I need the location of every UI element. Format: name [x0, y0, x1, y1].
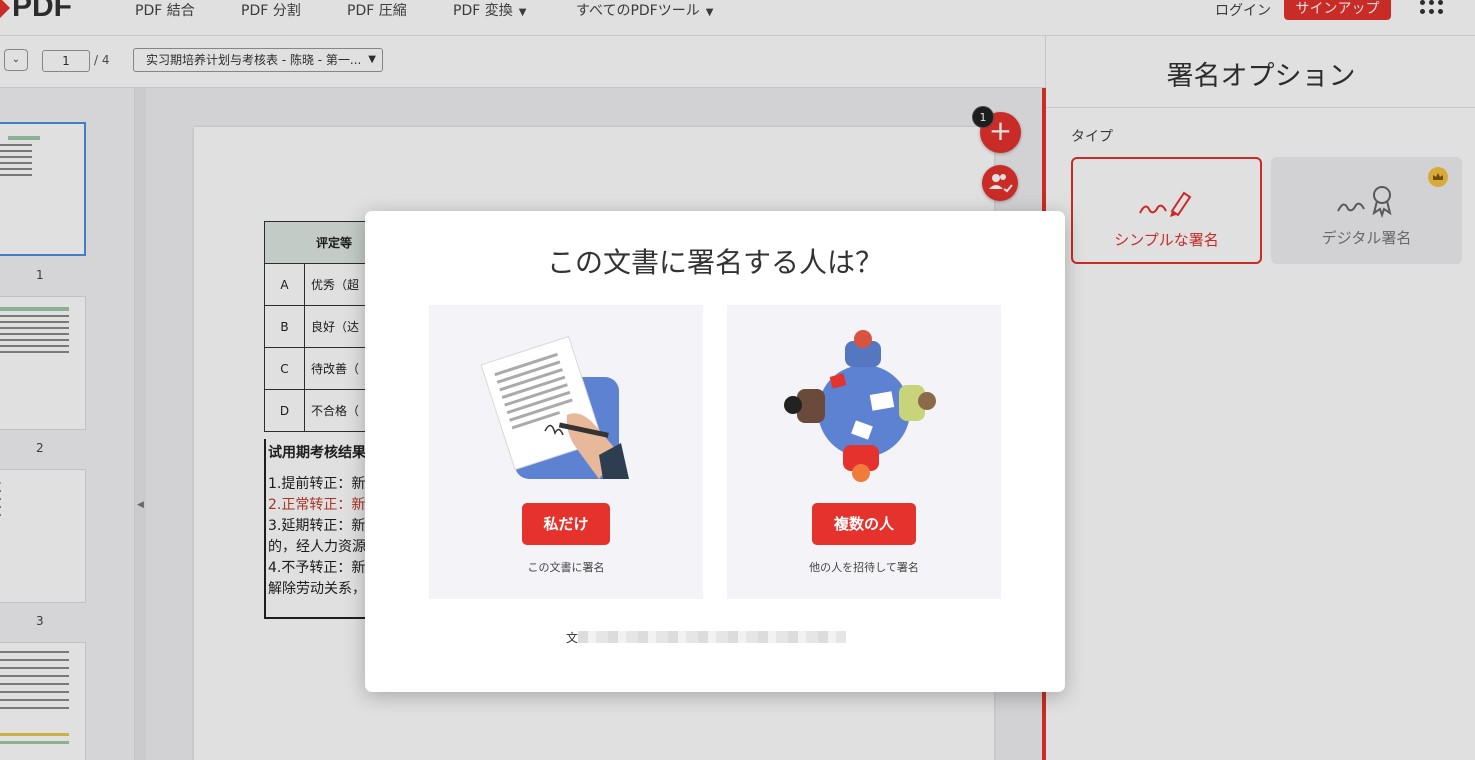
- multiple-people-card[interactable]: 複数の人 他の人を招待して署名: [727, 305, 1001, 599]
- multiple-people-button[interactable]: 複数の人: [812, 503, 916, 545]
- multiple-signers-illustration-icon: [784, 330, 936, 482]
- multiple-people-subtitle: 他の人を招待して署名: [809, 561, 919, 574]
- document-info-line: 文: [566, 629, 846, 646]
- redacted-text: [578, 631, 846, 643]
- only-me-card[interactable]: 私だけ この文書に署名: [429, 305, 703, 599]
- only-me-subtitle: この文書に署名: [527, 561, 605, 574]
- only-me-button[interactable]: 私だけ: [522, 503, 610, 545]
- single-signer-illustration-icon: [481, 335, 629, 479]
- dialog-title: この文書に署名する人は？: [546, 246, 883, 279]
- who-signs-dialog: この文書に署名する人は？ 私だけ この文書に署名 複数の人 他の人を招待して署名…: [365, 211, 1065, 692]
